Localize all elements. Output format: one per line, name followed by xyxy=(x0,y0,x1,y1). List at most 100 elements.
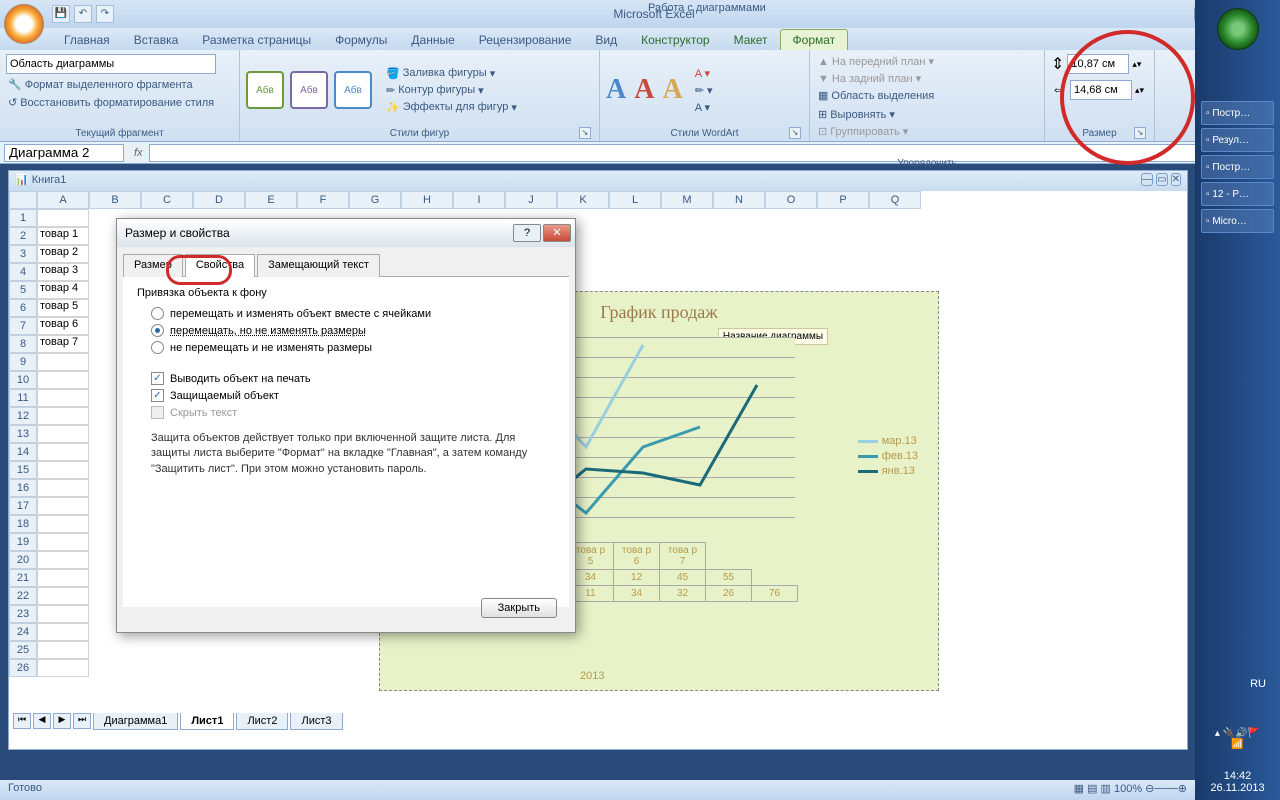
sheet-nav-button[interactable]: ⏮ xyxy=(13,713,31,729)
zoom-controls[interactable]: ▦ ▤ ▥ 100% ⊖───⊕ xyxy=(1074,782,1187,798)
column-header[interactable]: G xyxy=(349,191,401,209)
column-header[interactable]: D xyxy=(193,191,245,209)
cell[interactable] xyxy=(37,425,89,443)
cell[interactable] xyxy=(37,641,89,659)
selection-pane-button[interactable]: ▦ Область выделения xyxy=(816,88,941,103)
ribbon-tab[interactable]: Данные xyxy=(399,30,466,50)
cell[interactable] xyxy=(37,389,89,407)
dialog-titlebar[interactable]: Размер и свойства ? ✕ xyxy=(117,219,575,247)
row-header[interactable]: 25 xyxy=(9,641,37,659)
taskbar-item[interactable]: ▫ Micro… xyxy=(1201,209,1274,233)
sheet-tab[interactable]: Лист1 xyxy=(180,713,234,730)
cell[interactable] xyxy=(37,497,89,515)
row-header[interactable]: 17 xyxy=(9,497,37,515)
column-header[interactable]: O xyxy=(765,191,817,209)
taskbar-item[interactable]: ▫ Постр… xyxy=(1201,155,1274,179)
cell[interactable]: товар 5 xyxy=(37,299,89,317)
dialog-tab[interactable]: Размер xyxy=(123,254,183,277)
shape-outline-button[interactable]: ✏Контур фигуры ▾ xyxy=(384,83,519,98)
ribbon-tab-context[interactable]: Формат xyxy=(780,29,849,50)
wb-restore[interactable]: ▭ xyxy=(1156,173,1167,186)
column-header[interactable]: A xyxy=(37,191,89,209)
wb-minimize[interactable]: — xyxy=(1141,173,1153,186)
column-header[interactable]: K xyxy=(557,191,609,209)
formula-input[interactable] xyxy=(149,144,1276,162)
row-header[interactable]: 22 xyxy=(9,587,37,605)
ribbon-tab[interactable]: Рецензирование xyxy=(467,30,584,50)
column-header[interactable]: P xyxy=(817,191,869,209)
sheet-nav-button[interactable]: ◀ xyxy=(33,713,51,729)
cell[interactable] xyxy=(37,569,89,587)
cell[interactable] xyxy=(37,461,89,479)
ribbon-tab[interactable]: Разметка страницы xyxy=(190,30,323,50)
row-header[interactable]: 21 xyxy=(9,569,37,587)
text-fill-button[interactable]: A ▾ xyxy=(693,66,715,81)
dialog-launcher-icon[interactable]: ↘ xyxy=(789,127,801,139)
dialog-help-button[interactable]: ? xyxy=(513,224,541,242)
row-header[interactable]: 13 xyxy=(9,425,37,443)
text-outline-button[interactable]: ✏ ▾ xyxy=(693,83,715,98)
cell[interactable] xyxy=(37,407,89,425)
shape-fill-button[interactable]: 🪣Заливка фигуры ▾ xyxy=(384,66,519,81)
text-effects-button[interactable]: A ▾ xyxy=(693,100,715,115)
column-header[interactable]: Q xyxy=(869,191,921,209)
cell[interactable] xyxy=(37,353,89,371)
radio-option[interactable]: перемещать и изменять объект вместе с яч… xyxy=(151,307,555,320)
cell[interactable] xyxy=(37,551,89,569)
row-header[interactable]: 19 xyxy=(9,533,37,551)
send-back-button[interactable]: ▼ На задний план ▾ xyxy=(816,71,941,86)
row-header[interactable]: 9 xyxy=(9,353,37,371)
ribbon-tab[interactable]: Вид xyxy=(583,30,629,50)
column-header[interactable]: C xyxy=(141,191,193,209)
row-header[interactable]: 20 xyxy=(9,551,37,569)
cell[interactable] xyxy=(37,443,89,461)
cell[interactable]: товар 6 xyxy=(37,317,89,335)
format-selection-button[interactable]: 🔧Формат выделенного фрагмента xyxy=(6,77,195,92)
start-button[interactable] xyxy=(1217,8,1259,50)
radio-option[interactable]: перемещать, но не изменять размеры xyxy=(151,324,555,337)
wordart-gallery[interactable]: AAA xyxy=(606,74,683,106)
wb-close[interactable]: ✕ xyxy=(1171,173,1181,186)
row-header[interactable]: 1 xyxy=(9,209,37,227)
system-tray[interactable]: ▴ 🔌🔊🚩📶 xyxy=(1195,728,1280,750)
row-header[interactable]: 11 xyxy=(9,389,37,407)
ribbon-tab[interactable]: Формулы xyxy=(323,30,399,50)
sheet-nav-button[interactable]: ⏭ xyxy=(73,713,91,729)
qat-button[interactable]: 💾 xyxy=(52,5,70,23)
cell[interactable]: товар 4 xyxy=(37,281,89,299)
row-header[interactable]: 8 xyxy=(9,335,37,353)
ribbon-tab[interactable]: Главная xyxy=(52,30,122,50)
group-button[interactable]: ⊡ Группировать ▾ xyxy=(816,124,910,139)
cell[interactable] xyxy=(37,533,89,551)
wordart-sample[interactable]: A xyxy=(606,74,626,106)
row-header[interactable]: 18 xyxy=(9,515,37,533)
column-header[interactable]: E xyxy=(245,191,297,209)
ribbon-tab-context[interactable]: Макет xyxy=(722,30,780,50)
shape-style-sample[interactable]: Абв xyxy=(246,71,284,109)
office-button[interactable] xyxy=(4,4,44,44)
shape-style-sample[interactable]: Абв xyxy=(334,71,372,109)
column-header[interactable]: L xyxy=(609,191,661,209)
column-header[interactable]: I xyxy=(453,191,505,209)
sheet-nav-button[interactable]: ▶ xyxy=(53,713,71,729)
taskbar-item[interactable]: ▫ Постр… xyxy=(1201,101,1274,125)
wordart-sample[interactable]: A xyxy=(634,74,654,106)
cell[interactable] xyxy=(37,587,89,605)
qat-button[interactable]: ↶ xyxy=(74,5,92,23)
cell[interactable]: товар 7 xyxy=(37,335,89,353)
legend-item[interactable]: янв.13 xyxy=(858,465,918,477)
height-input[interactable] xyxy=(1067,54,1129,74)
qat-button[interactable]: ↷ xyxy=(96,5,114,23)
row-header[interactable]: 23 xyxy=(9,605,37,623)
ribbon-tab[interactable]: Вставка xyxy=(122,30,191,50)
clock[interactable]: 14:42 26.11.2013 xyxy=(1195,770,1280,794)
row-header[interactable]: 12 xyxy=(9,407,37,425)
cell[interactable] xyxy=(37,371,89,389)
dialog-close-button[interactable]: Закрыть xyxy=(481,598,557,618)
checkbox-option[interactable]: Защищаемый объект xyxy=(151,389,555,402)
row-header[interactable]: 3 xyxy=(9,245,37,263)
align-button[interactable]: ⊞ Выровнять ▾ xyxy=(816,107,910,122)
row-header[interactable]: 4 xyxy=(9,263,37,281)
row-header[interactable]: 14 xyxy=(9,443,37,461)
row-header[interactable]: 15 xyxy=(9,461,37,479)
